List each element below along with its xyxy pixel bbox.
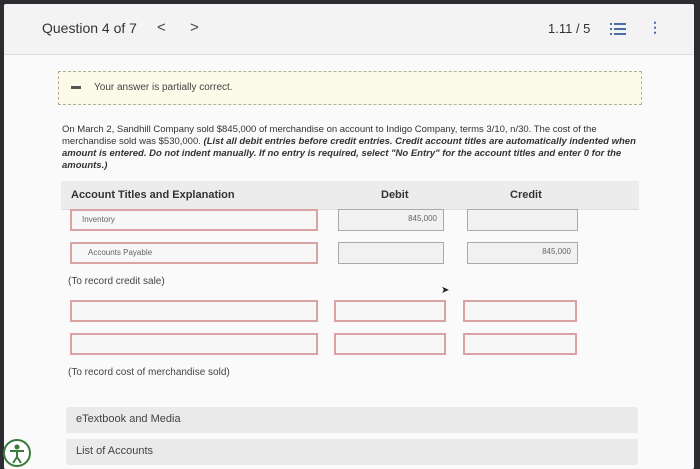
debit-column-header: Debit (381, 189, 409, 201)
entry1-row1-credit-field[interactable] (467, 209, 578, 231)
entry2-row2-debit-field[interactable] (334, 333, 446, 355)
question-content: Your answer is partially correct. On Mar… (4, 55, 694, 469)
entry1-row2-credit-value: 845,000 (542, 247, 571, 256)
entry2-row2-account-field[interactable] (70, 333, 318, 355)
question-header: Question 4 of 7 < > 1.11 / 5 ⋮ (4, 4, 694, 55)
problem-statement: On March 2, Sandhill Company sold $845,0… (62, 124, 637, 172)
next-question-button[interactable]: > (190, 19, 199, 36)
entry1-row2-account-field[interactable]: Accounts Payable (70, 242, 318, 264)
entry2-note: (To record cost of merchandise sold) (68, 367, 230, 378)
partial-correct-notice: Your answer is partially correct. (58, 71, 642, 105)
entry2-row1-credit-field[interactable] (463, 300, 577, 322)
mouse-cursor-icon: ➤ (441, 285, 450, 296)
etextbook-media-link[interactable]: eTextbook and Media (66, 407, 638, 433)
entry1-row2-debit-field[interactable] (338, 242, 444, 264)
entry2-row1-debit-field[interactable] (334, 300, 446, 322)
entry1-row1-debit-value: 845,000 (408, 214, 437, 223)
entry1-row1-debit-field[interactable]: 845,000 (338, 209, 444, 231)
account-column-header: Account Titles and Explanation (71, 189, 235, 201)
previous-question-button[interactable]: < (157, 19, 166, 36)
partial-correct-icon (71, 86, 81, 89)
journal-table-header: Account Titles and Explanation Debit Cre… (61, 181, 639, 210)
question-page: Question 4 of 7 < > 1.11 / 5 ⋮ Your answ… (4, 4, 694, 469)
entry1-row1-account-value: Inventory (82, 215, 115, 224)
list-of-accounts-label: List of Accounts (76, 445, 154, 457)
list-icon[interactable] (610, 22, 626, 36)
accessibility-icon[interactable] (2, 438, 32, 468)
entry2-row1-account-field[interactable] (70, 300, 318, 322)
notice-text: Your answer is partially correct. (94, 82, 233, 93)
credit-column-header: Credit (510, 189, 542, 201)
entry2-row2-credit-field[interactable] (463, 333, 577, 355)
entry1-row2-account-value: Accounts Payable (88, 248, 153, 257)
question-counter: Question 4 of 7 (42, 20, 137, 36)
etextbook-media-label: eTextbook and Media (76, 413, 181, 425)
more-vertical-icon[interactable]: ⋮ (648, 19, 662, 36)
score-display: 1.11 / 5 (548, 21, 591, 36)
entry1-row1-account-field[interactable]: Inventory (70, 209, 318, 231)
entry1-row2-credit-field[interactable]: 845,000 (467, 242, 578, 264)
list-of-accounts-link[interactable]: List of Accounts (66, 439, 638, 465)
entry1-note: (To record credit sale) (68, 276, 165, 287)
